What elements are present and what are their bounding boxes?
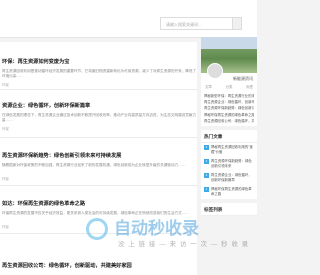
- watermark-text: 自动秒收录: [114, 219, 199, 238]
- list-item[interactable]: 环保：再生资源如何变废为宝 再生资源回收利用是推动循环经济发展的重要环节，它将废…: [0, 42, 197, 90]
- rank-badge: 1: [204, 145, 209, 151]
- watermark: 自动秒收录 没 上 链 接 — 来 访 一 次 — 秒 收 录: [86, 210, 248, 260]
- post-title[interactable]: 资源企业：绿色循环，创新环保新篇章: [2, 102, 197, 109]
- post-excerpt: 随着国家对环保政策的不断加强，再生资源行业迎来了新的发展机遇，绿色创新成为企业转…: [2, 163, 186, 167]
- post-title[interactable]: 再生资源环保新趋势：绿色创新引领未来可持续发展: [2, 152, 197, 159]
- stat-posts: 文章: [205, 85, 212, 89]
- post-excerpt: 再生资源回收利用是推动循环经济发展的重要环节，它将废旧物资重新转化为可用资源，减…: [2, 69, 197, 78]
- rank-badge: 3: [204, 173, 209, 179]
- search-button[interactable]: [232, 17, 242, 30]
- stat-categories: 分类: [225, 85, 233, 89]
- post-title[interactable]: 环保：再生资源如何变废为宝: [2, 58, 197, 65]
- list-item[interactable]: 1 揭秘再生资源回收利用的“宝藏”价值: [201, 143, 257, 157]
- post-meta: 环保: [2, 83, 9, 87]
- list-item[interactable]: 2 再生资源环保新趋势：绿色创新引领未来: [201, 157, 257, 171]
- stat-tags: 标签: [246, 85, 253, 89]
- post-meta: 环保: [2, 127, 9, 131]
- watermark-subtext: 没 上 链 接 — 来 访 一 次 — 秒 收 录: [118, 241, 250, 248]
- post-title[interactable]: 再生资源回收公司：绿色循环，创新驱动，共建美好家园: [2, 262, 197, 269]
- profile-banner: [201, 37, 257, 79]
- hot-item-label[interactable]: 揭秘再生资源回收利用的“宝藏”价值: [211, 145, 254, 155]
- list-item[interactable]: 揭秘环保再生资源的绿色革命之路: [204, 112, 254, 118]
- list-item[interactable]: 再生资源环保新趋势：绿色创新引领未来…: [204, 105, 254, 111]
- hot-articles-title: 热门文章: [201, 130, 257, 144]
- post-excerpt: 在绿色发展的理念下，再生资源企业通过技术创新不断提升回收效率，推动产业向高质量方…: [2, 113, 197, 122]
- list-item[interactable]: 资源企业：绿色循环，创新环保新篇章 在绿色发展的理念下，再生资源企业通过技术创新…: [0, 90, 197, 138]
- hot-item-label[interactable]: 再生资源企业：绿色循环，创新环保新篇章: [211, 173, 254, 183]
- avatar[interactable]: [207, 63, 223, 79]
- recent-links: 揭秘新型环保：再生资源行业的未来发展… 再生资源企业：绿色循环，创新环保新篇章 …: [201, 91, 257, 126]
- profile-card: 新能源资讯 文章 分类 标签 揭秘新型环保：再生资源行业的未来发展… 再生资源企…: [201, 37, 257, 127]
- watermark-logo-icon: [86, 218, 108, 240]
- search-input[interactable]: 请输入搜索关键词...: [160, 17, 234, 30]
- post-meta: 环保: [2, 177, 9, 181]
- sidebar: 新能源资讯 文章 分类 标签 揭秘新型环保：再生资源行业的未来发展… 再生资源企…: [201, 37, 257, 220]
- hot-item-label[interactable]: 揭秘环保再生资源的绿色革命之路: [211, 187, 254, 197]
- list-item[interactable]: 4 揭秘环保再生资源的绿色革命之路: [201, 185, 257, 199]
- hot-item-label[interactable]: 再生资源环保新趋势：绿色创新引领未来: [211, 159, 254, 169]
- site-stats: 文章 分类 标签: [201, 82, 257, 91]
- post-title[interactable]: 如达：环保再生资源的绿色革命之路: [2, 200, 197, 207]
- rank-badge: 4: [204, 187, 209, 193]
- list-item[interactable]: 再生资源环保新趋势：绿色创新引领未来可持续发展 随着国家对环保政策的不断加强，再…: [0, 138, 197, 186]
- hot-articles: 热门文章 1 揭秘再生资源回收利用的“宝藏”价值 2 再生资源环保新趋势：绿色创新引…: [201, 130, 257, 200]
- list-item[interactable]: 3 再生资源企业：绿色循环，创新环保新篇章: [201, 171, 257, 185]
- list-item[interactable]: 再生资源回收公司：绿色循环，共建家园: [204, 118, 254, 124]
- top-bar: 请输入搜索关键词...: [0, 0, 257, 38]
- rank-badge: 2: [204, 159, 209, 165]
